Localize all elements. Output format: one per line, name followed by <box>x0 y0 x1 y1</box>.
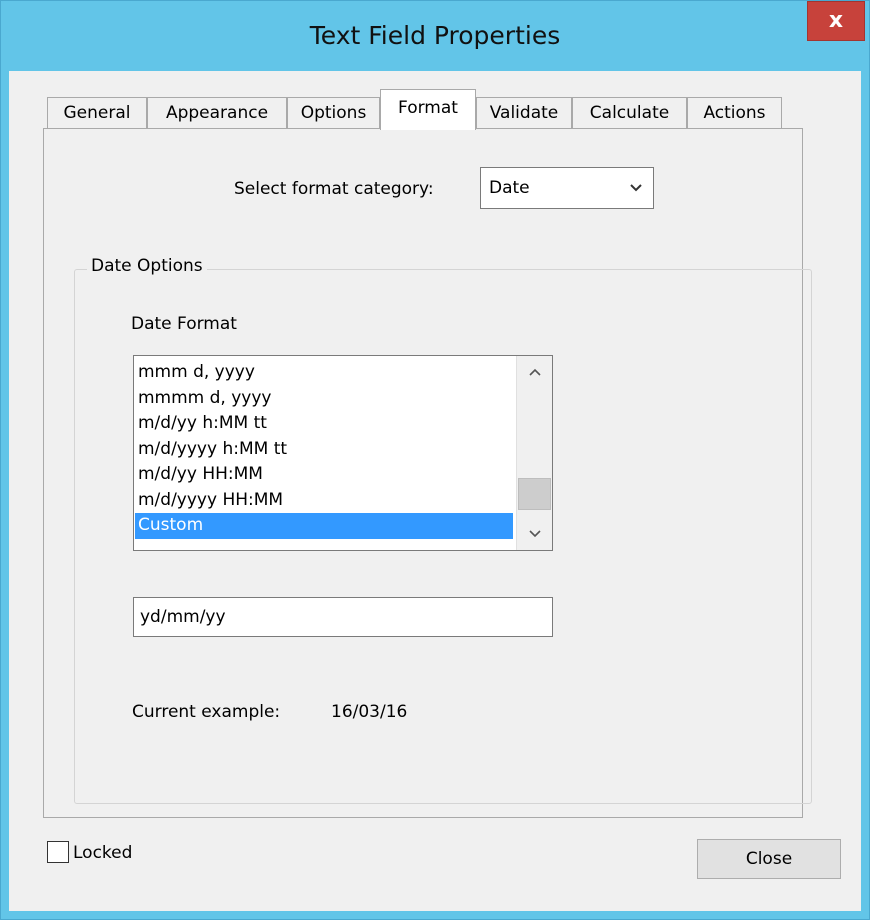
scroll-up-icon[interactable] <box>517 356 552 388</box>
date-options-title: Date Options <box>87 256 207 276</box>
custom-format-input[interactable]: yd/mm/yy <box>133 597 553 637</box>
window-title: Text Field Properties <box>309 21 561 50</box>
date-options-group: Date Options Date Format mmm d, yyyy mmm… <box>74 256 812 804</box>
date-format-list[interactable]: mmm d, yyyy mmmm d, yyyy m/d/yy h:MM tt … <box>133 355 553 551</box>
tab-appearance[interactable]: Appearance <box>147 97 287 129</box>
locked-checkbox[interactable] <box>47 841 69 863</box>
list-item[interactable]: m/d/yyyy h:MM tt <box>135 437 513 463</box>
chevron-down-icon <box>629 176 643 204</box>
list-item[interactable]: m/d/yyyy HH:MM <box>135 488 513 514</box>
current-example-value: 16/03/16 <box>331 702 408 722</box>
tab-strip: General Appearance Options Format Valida… <box>47 89 807 130</box>
dialog-window: Text Field Properties x General Appearan… <box>0 0 870 920</box>
tab-validate[interactable]: Validate <box>476 97 572 129</box>
tab-options[interactable]: Options <box>287 97 380 129</box>
scroll-thumb[interactable] <box>518 478 551 510</box>
date-format-items: mmm d, yyyy mmmm d, yyyy m/d/yy h:MM tt … <box>135 360 513 539</box>
title-bar[interactable]: Text Field Properties x <box>1 1 869 71</box>
scroll-down-icon[interactable] <box>517 518 552 550</box>
tab-format[interactable]: Format <box>380 89 476 130</box>
date-format-label: Date Format <box>131 314 237 334</box>
format-category-label: Select format category: <box>234 179 434 199</box>
list-item[interactable]: mmmm d, yyyy <box>135 386 513 412</box>
current-example-label: Current example: <box>132 702 281 722</box>
tab-calculate[interactable]: Calculate <box>572 97 687 129</box>
dialog-client-area: General Appearance Options Format Valida… <box>9 71 861 911</box>
list-item[interactable]: mmm d, yyyy <box>135 360 513 386</box>
list-item[interactable]: m/d/yy h:MM tt <box>135 411 513 437</box>
close-button[interactable]: Close <box>697 839 841 879</box>
tab-actions[interactable]: Actions <box>687 97 782 129</box>
tab-general[interactable]: General <box>47 97 147 129</box>
format-category-value: Date <box>489 178 530 198</box>
locked-label: Locked <box>73 843 133 863</box>
list-item-selected[interactable]: Custom <box>135 513 513 539</box>
list-item[interactable]: m/d/yy HH:MM <box>135 462 513 488</box>
close-icon[interactable]: x <box>807 1 865 41</box>
format-tab-panel: Select format category: Date Date Option… <box>43 128 812 818</box>
format-category-select[interactable]: Date <box>480 167 654 209</box>
list-scrollbar[interactable] <box>516 356 552 550</box>
